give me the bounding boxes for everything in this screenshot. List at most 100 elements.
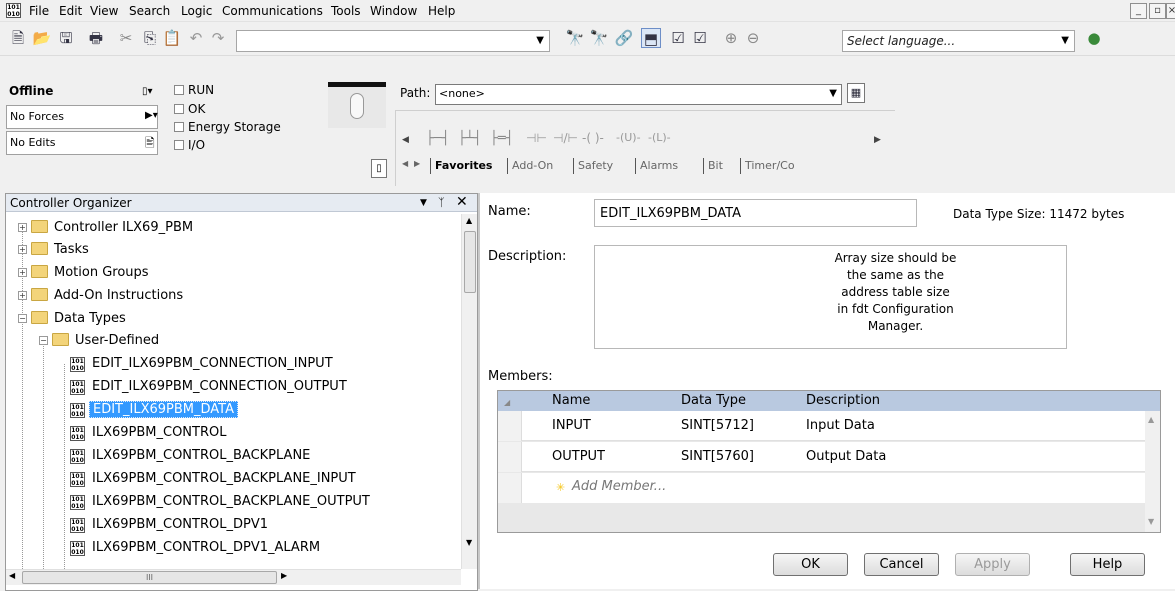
tab-bit[interactable]: Bit [703, 158, 727, 174]
copy-icon[interactable]: ⎘ [140, 28, 160, 48]
scroll-right-icon[interactable]: ▶ [281, 571, 287, 580]
splitter[interactable] [478, 193, 480, 589]
menu-communications[interactable]: Communications [222, 4, 323, 18]
member-name[interactable]: INPUT [552, 418, 591, 433]
column-header-data-type[interactable]: Data Type [681, 391, 746, 411]
menu-view[interactable]: View [90, 4, 118, 18]
table-row[interactable]: INPUT SINT[5712] Input Data [498, 411, 1145, 441]
path-select[interactable]: <none> ▼ [435, 84, 842, 105]
save-icon[interactable]: 🖫 [56, 28, 76, 48]
table-row[interactable]: OUTPUT SINT[5760] Output Data [498, 442, 1145, 472]
print-icon[interactable]: 🖶 [86, 28, 106, 48]
forces-dropdown-icon[interactable]: ▶▾ [145, 110, 158, 121]
tab-safety[interactable]: Safety [573, 158, 617, 174]
menu-window[interactable]: Window [370, 4, 417, 18]
find-next-icon[interactable]: 🔭 [589, 28, 609, 48]
close-icon[interactable]: ✕ [456, 193, 468, 211]
member-name[interactable]: OUTPUT [552, 449, 605, 464]
vertical-scrollbar[interactable]: ▲ ▼ [461, 214, 477, 569]
name-field[interactable]: EDIT_ILX69PBM_DATA [594, 199, 917, 227]
tree-item-datatype[interactable]: 101 010 EDIT_ILX69PBM_CONNECTION_INPUT [70, 353, 336, 375]
open-folder-icon[interactable]: 📂 [32, 28, 52, 48]
menu-tools[interactable]: Tools [331, 4, 361, 18]
mode-dropdown-icon[interactable]: ▯▾ [142, 86, 153, 97]
tree-item-tasks[interactable]: + Tasks [18, 239, 92, 261]
rung-icon[interactable]: ├─┤ [426, 131, 449, 146]
scroll-right-icon[interactable]: ▶ [874, 135, 881, 145]
branch-icon[interactable]: ├┴┤ [458, 131, 481, 146]
tree-item-datatype[interactable]: 101 010 ILX69PBM_CONTROL_BACKPLANE_INPUT [70, 468, 359, 490]
tree-item-datatype[interactable]: 101 010 ILX69PBM_CONTROL [70, 422, 229, 444]
cut-icon[interactable]: ✂ [116, 28, 136, 48]
menu-help[interactable]: Help [428, 4, 455, 18]
branch-level-icon[interactable]: ├═┤ [490, 131, 513, 146]
xio-icon[interactable]: ⊣/⊢ [553, 131, 578, 145]
tree-item-data-types[interactable]: − Data Types [18, 308, 129, 330]
globe-icon[interactable]: ● [1084, 28, 1104, 48]
tree-item-datatype[interactable]: 101 010 ILX69PBM_CONTROL_DPV1_ALARM [70, 537, 323, 559]
verify-icon[interactable]: ⬒ [641, 28, 661, 48]
tree-item-datatype[interactable]: 101 010 EDIT_ILX69PBM_CONNECTION_OUTPUT [70, 376, 350, 398]
zoom-out-icon[interactable]: ⊖ [743, 28, 763, 48]
ote-icon[interactable]: -( )- [582, 131, 604, 145]
scroll-down-icon[interactable]: ▼ [1148, 517, 1154, 526]
tree-item-datatype-selected[interactable]: 101 010 EDIT_ILX69PBM_DATA [70, 399, 238, 421]
pin-icon[interactable]: ᛉ [438, 194, 445, 212]
scroll-thumb[interactable] [464, 231, 476, 293]
add-member-row[interactable]: ✳ Add Member... [498, 473, 1145, 503]
tree-item-motion-groups[interactable]: + Motion Groups [18, 262, 152, 284]
tree-item-datatype[interactable]: 101 010 ILX69PBM_CONTROL_DPV1 [70, 514, 271, 536]
scroll-down-icon[interactable]: ▼ [466, 538, 472, 547]
member-type[interactable]: SINT[5712] [681, 418, 754, 433]
redo-icon[interactable]: ↷ [208, 28, 228, 48]
description-field[interactable]: Array size should be the same as the add… [594, 245, 1067, 349]
ok-button[interactable]: OK [773, 553, 848, 576]
tab-add-on[interactable]: Add-On [507, 158, 557, 174]
member-description[interactable]: Input Data [806, 418, 875, 433]
tab-alarms[interactable]: Alarms [635, 158, 682, 174]
tab-scroll-left-icon[interactable]: ◀ [402, 159, 408, 168]
scroll-left-icon[interactable]: ◀ [9, 571, 15, 580]
search-combo[interactable]: ▼ [236, 30, 550, 52]
column-header-name[interactable]: Name [552, 391, 590, 411]
xic-icon[interactable]: ⊣⊢ [526, 131, 547, 145]
scroll-left-icon[interactable]: ◀ [402, 135, 409, 145]
member-type[interactable]: SINT[5760] [681, 449, 754, 464]
apply-button[interactable]: Apply [955, 553, 1030, 576]
tab-favorites[interactable]: Favorites [430, 158, 496, 174]
language-select[interactable]: Select language... ▼ [842, 30, 1075, 52]
panel-toggle-button[interactable]: ▯ [371, 159, 387, 178]
help-button[interactable]: Help [1070, 553, 1145, 576]
verify-controller-icon[interactable]: ☑ [690, 28, 710, 48]
close-icon[interactable]: × [1166, 3, 1175, 19]
cancel-button[interactable]: Cancel [864, 553, 939, 576]
table-vertical-scrollbar[interactable]: ▲ ▼ [1145, 411, 1160, 532]
scroll-up-icon[interactable]: ▲ [1148, 415, 1154, 424]
horizontal-scroll-thumb[interactable]: III [22, 571, 277, 584]
minimize-icon[interactable]: _ [1130, 3, 1147, 19]
member-description[interactable]: Output Data [806, 449, 886, 464]
tree-item-user-defined[interactable]: − User-Defined [39, 330, 162, 352]
tree-item-add-on-instructions[interactable]: + Add-On Instructions [18, 285, 186, 307]
column-header-description[interactable]: Description [806, 391, 880, 411]
menu-edit[interactable]: Edit [59, 4, 82, 18]
menu-search[interactable]: Search [129, 4, 170, 18]
otl-icon[interactable]: -(L)- [648, 131, 671, 144]
menu-logic[interactable]: Logic [181, 4, 212, 18]
add-member-text[interactable]: Add Member... [572, 479, 666, 494]
tree-item-datatype[interactable]: 101 010 ILX69PBM_CONTROL_BACKPLANE_OUTPUT [70, 491, 373, 513]
menu-file[interactable]: File [29, 4, 49, 18]
zoom-in-icon[interactable]: ⊕ [721, 28, 741, 48]
undo-icon[interactable]: ↶ [186, 28, 206, 48]
new-file-icon[interactable]: 🗎 [8, 28, 28, 48]
tree-item-datatype[interactable]: 101 010 ILX69PBM_CONTROL_BACKPLANE [70, 445, 313, 467]
app-icon[interactable]: 101 010 [6, 3, 21, 18]
paste-icon[interactable]: 📋 [162, 28, 182, 48]
cross-reference-icon[interactable]: 🔗 [614, 28, 634, 48]
horizontal-scrollbar[interactable]: ◀ III ▶ [6, 569, 461, 585]
scroll-up-icon[interactable]: ▲ [466, 216, 472, 225]
tree-item-controller[interactable]: + Controller ILX69_PBM [18, 217, 196, 239]
menu-dropdown-icon[interactable]: ▼ [420, 194, 427, 212]
otu-icon[interactable]: -(U)- [616, 131, 641, 144]
restore-icon[interactable]: ▫ [1149, 3, 1166, 19]
